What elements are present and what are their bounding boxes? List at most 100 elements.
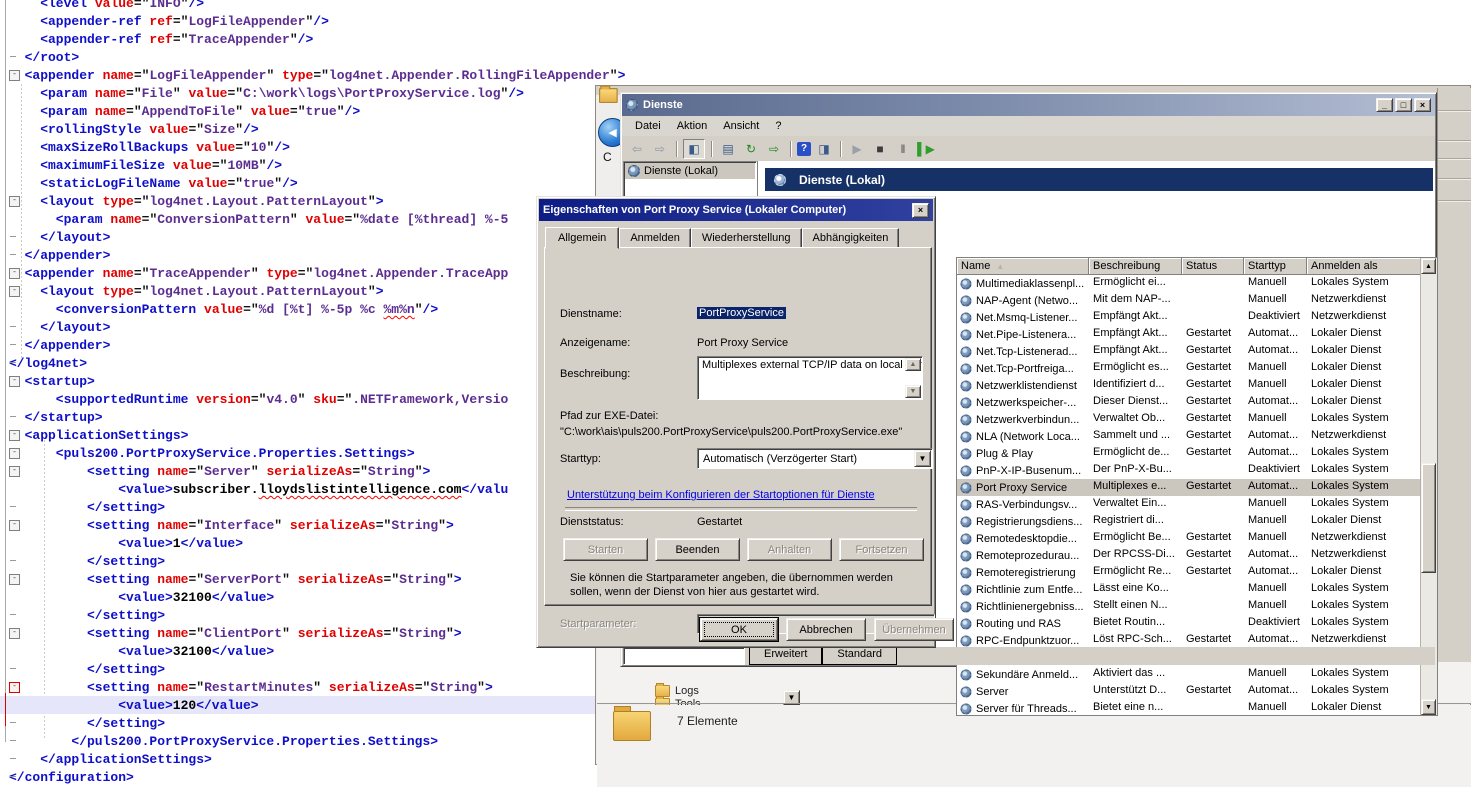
export-list-icon[interactable]: ⇨ [764, 140, 784, 158]
token: value [251, 104, 290, 119]
restart-service-icon[interactable]: ▌▶ [916, 140, 936, 158]
maximize-button[interactable]: □ [1395, 98, 1412, 112]
fold-box-icon[interactable]: - [9, 196, 20, 207]
services-menubar: DateiAktionAnsicht? [622, 116, 1435, 137]
start-service-icon[interactable]: ▶ [847, 140, 867, 158]
table-row[interactable]: RAS-Verbindungsv...Verwaltet Ein...Manue… [957, 496, 1421, 513]
service-name-cell: Routing und RAS [957, 615, 1089, 632]
service-starttype-cell: Manuell [1244, 530, 1307, 547]
dialog-close-button[interactable]: × [912, 203, 929, 218]
column-header-starttyp[interactable]: Starttyp [1244, 258, 1307, 275]
view-tab-standard[interactable]: Standard [822, 647, 897, 665]
table-row[interactable]: PnP-X-IP-Busenum...Der PnP-X-Bu...Deakti… [957, 462, 1421, 479]
refresh-icon[interactable]: ↻ [741, 140, 761, 158]
fold-box-icon[interactable]: - [9, 520, 20, 531]
table-row[interactable]: NetzwerklistendienstIdentifiziert d...Ge… [957, 377, 1421, 394]
tree-item-dienste-lokal[interactable]: Dienste (Lokal) [625, 163, 755, 179]
ok-button[interactable]: OK [700, 618, 778, 641]
table-row[interactable]: Net.Tcp-Listenerad...Empfängt Akt...Gest… [957, 343, 1421, 360]
token: </valu [461, 482, 508, 497]
table-row[interactable]: Sekundäre Anmeld...Aktiviert das ...Manu… [957, 666, 1421, 683]
fold-box-icon[interactable]: - [9, 466, 20, 477]
back-icon[interactable]: ⇦ [627, 140, 647, 158]
stop-service-icon[interactable]: ■ [870, 140, 890, 158]
table-row[interactable]: Richtlinie zum Entfe...Lässt eine Ko...M… [957, 581, 1421, 598]
table-row[interactable]: Multimediaklassenpl...Ermöglicht ei...Ma… [957, 275, 1421, 292]
starttyp-combobox[interactable]: Automatisch (Verzögerter Start) ▼ [697, 448, 933, 469]
column-header-status[interactable]: Status [1182, 258, 1244, 275]
forward-icon[interactable]: ⇨ [650, 140, 670, 158]
service-desc-cell: Ermöglicht es... [1089, 360, 1182, 377]
fold-box-icon[interactable]: - [9, 70, 20, 81]
column-header-anmeldenals[interactable]: Anmelden als [1307, 258, 1421, 275]
fold-box-icon[interactable]: - [9, 268, 20, 279]
table-row[interactable]: Routing und RASBietet Routin...Deaktivie… [957, 615, 1421, 632]
code-text: </configuration> [9, 769, 134, 787]
table-row[interactable]: Netzwerkspeicher-...Dieser Dienst...Gest… [957, 394, 1421, 411]
minimize-button[interactable]: _ [1376, 98, 1393, 112]
table-row[interactable]: Port Proxy ServiceMultiplexes e...Gestar… [957, 479, 1421, 496]
table-row[interactable]: NAP-Agent (Netwo...Mit dem NAP-...Manuel… [957, 292, 1421, 309]
fold-box-icon[interactable]: - [9, 628, 20, 639]
table-row[interactable]: Richtlinienergebniss...Stellt einen N...… [957, 598, 1421, 615]
tab-allgemein[interactable]: Allgemein [545, 227, 619, 249]
fold-box-icon[interactable]: - [9, 286, 20, 297]
fold-box-icon[interactable]: - [9, 574, 20, 585]
table-row[interactable]: Net.Msmq-Listener...Empfängt Akt...Deakt… [957, 309, 1421, 326]
table-row[interactable]: ServerUnterstützt D...GestartetAutomat..… [957, 683, 1421, 700]
scroll-down-button[interactable]: ▼ [1421, 699, 1436, 715]
table-row[interactable]: Netzwerkverbindun...Verwaltet Ob...Gesta… [957, 411, 1421, 428]
abbrechen-button[interactable]: Abbrechen [786, 618, 866, 641]
table-row[interactable]: NLA (Network Loca...Sammelt und ...Gesta… [957, 428, 1421, 445]
help-icon[interactable]: ? [797, 142, 811, 156]
scroll-up-button[interactable]: ▲ [1421, 258, 1436, 274]
table-row[interactable]: Remotedesktopdie...Ermöglicht Be...Gesta… [957, 530, 1421, 547]
dialog-titlebar[interactable]: Eigenschaften von Port Proxy Service (Lo… [539, 199, 933, 221]
tab-wiederherstellung[interactable]: Wiederherstellung [691, 228, 802, 248]
service-starttype-cell: Automat... [1244, 394, 1307, 411]
scroll-thumb[interactable] [1421, 463, 1436, 573]
close-button[interactable]: × [1414, 98, 1431, 112]
tab-anmelden[interactable]: Anmelden [619, 228, 691, 248]
scroll-down-button[interactable]: ▼ [905, 385, 921, 398]
menu-item-ansicht[interactable]: Ansicht [716, 118, 766, 134]
properties-icon[interactable]: ▤ [718, 140, 738, 158]
token: Size [204, 122, 235, 137]
table-row[interactable]: Net.Pipe-Listenera...Empfängt Akt...Gest… [957, 326, 1421, 343]
service-name: Net.Pipe-Listenera... [976, 329, 1076, 341]
window-play-icon[interactable]: ◨ [814, 140, 834, 158]
beenden-button[interactable]: Beenden [655, 538, 740, 561]
fold-box-icon[interactable]: - [9, 448, 20, 459]
fold-box-icon[interactable]: - [9, 430, 20, 441]
startoptions-help-link[interactable]: Unterstützung beim Konfigurieren der Sta… [567, 489, 875, 501]
table-row[interactable]: RemoteregistrierungErmöglicht Re...Gesta… [957, 564, 1421, 581]
menu-item-aktion[interactable]: Aktion [670, 118, 715, 134]
menu-item-?[interactable]: ? [768, 118, 788, 134]
table-row[interactable]: Remoteprozedurau...Der RPCSS-Di...Gestar… [957, 547, 1421, 564]
table-row[interactable]: Registrierungsdiens...Registriert di...M… [957, 513, 1421, 530]
code-text: </setting> [9, 661, 165, 679]
token: =" [352, 464, 368, 479]
view-tab-erweitert[interactable]: Erweitert [749, 647, 822, 665]
show-tree-icon[interactable]: ◧ [683, 139, 705, 159]
fold-box-icon[interactable]: - [9, 376, 20, 387]
token: =" [384, 572, 400, 587]
table-row[interactable]: Server für Threads...Bietet eine n...Man… [957, 700, 1421, 715]
beschreibung-textbox[interactable]: Multiplexes external TCP/IP data on loca… [697, 356, 923, 400]
chevron-down-icon[interactable]: ▼ [914, 450, 931, 467]
table-row[interactable]: Plug & PlayErmöglicht de...GestartetAuto… [957, 445, 1421, 462]
service-desc-cell: Bietet Routin... [1089, 615, 1182, 632]
table-row[interactable]: Net.Tcp-Portfreiga...Ermöglicht es...Ges… [957, 360, 1421, 377]
tab-abhangigkeiten[interactable]: Abhängigkeiten [802, 228, 900, 248]
fold-box-icon[interactable]: - [9, 682, 20, 693]
code-text: <setting name="Interface" serializeAs="S… [9, 517, 454, 535]
menu-item-datei[interactable]: Datei [628, 118, 668, 134]
column-header-name[interactable]: Name▲ [957, 258, 1089, 275]
scroll-up-button[interactable]: ▲ [905, 358, 921, 371]
pause-service-icon[interactable]: ‖ [893, 140, 913, 158]
services-titlebar[interactable]: Dienste _□× [622, 94, 1435, 116]
column-header-beschreibung[interactable]: Beschreibung [1089, 258, 1182, 275]
fold-tick [10, 254, 16, 255]
service-name: Net.Tcp-Listenerad... [976, 346, 1078, 358]
token: " [290, 212, 306, 227]
